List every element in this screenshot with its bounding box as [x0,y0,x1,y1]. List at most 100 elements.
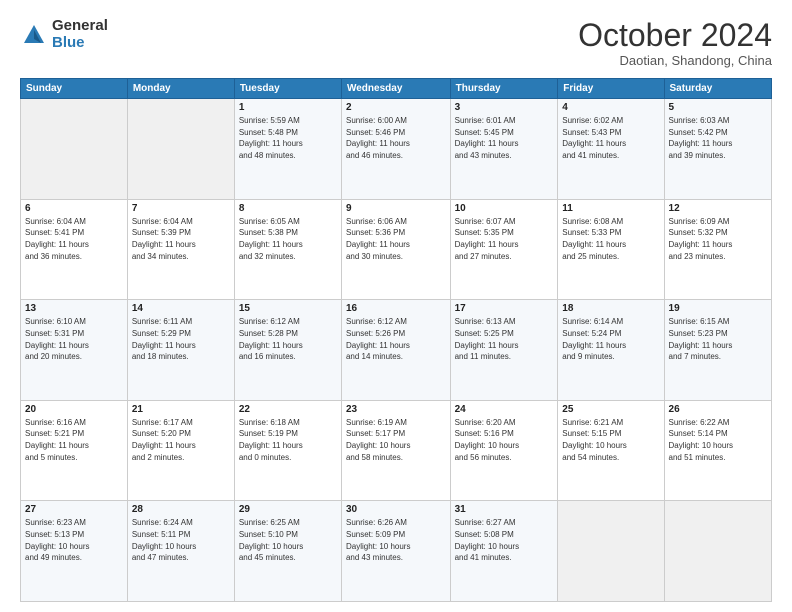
day-number: 15 [239,303,337,314]
cell-w2-d6: 11 Sunrise: 6:08 AM Sunset: 5:33 PM Dayli… [558,199,664,300]
day-info: Sunrise: 6:26 AM Sunset: 5:09 PM Dayligh… [346,517,446,563]
cell-w1-d3: 1 Sunrise: 5:59 AM Sunset: 5:48 PM Daylig… [234,99,341,200]
day-info: Sunrise: 6:24 AM Sunset: 5:11 PM Dayligh… [132,517,230,563]
cell-w1-d4: 2 Sunrise: 6:00 AM Sunset: 5:46 PM Daylig… [341,99,450,200]
page: General Blue October 2024 Daotian, Shand… [0,0,792,612]
col-tuesday: Tuesday [234,79,341,99]
day-number: 31 [455,504,554,515]
location: Daotian, Shandong, China [578,53,772,68]
day-number: 25 [562,404,659,415]
cell-w1-d6: 4 Sunrise: 6:02 AM Sunset: 5:43 PM Daylig… [558,99,664,200]
logo-icon [20,21,48,49]
day-number: 26 [669,404,767,415]
cell-w3-d6: 18Sunrise: 6:14 AM Sunset: 5:24 PM Dayli… [558,300,664,401]
day-number: 28 [132,504,230,515]
title-block: October 2024 Daotian, Shandong, China [578,18,772,68]
col-monday: Monday [127,79,234,99]
cell-w3-d7: 19 Sunrise: 6:15 AM Sunset: 5:23 PM Dayli… [664,300,771,401]
day-info: Sunrise: 6:11 AM Sunset: 5:29 PM Dayligh… [132,316,230,362]
day-info: Sunrise: 6:27 AM Sunset: 5:08 PM Dayligh… [455,517,554,563]
day-number: 4 [562,102,659,113]
day-info: Sunrise: 6:05 AM Sunset: 5:38 PM Dayligh… [239,216,337,262]
week-row-5: 27Sunrise: 6:23 AM Sunset: 5:13 PM Dayli… [21,501,772,602]
day-number: 20 [25,404,123,415]
cell-w3-d4: 16 Sunrise: 6:12 AM Sunset: 5:26 PM Dayli… [341,300,450,401]
day-info: Sunrise: 6:13 AM Sunset: 5:25 PM Dayligh… [455,316,554,362]
cell-w4-d7: 26Sunrise: 6:22 AM Sunset: 5:14 PM Dayli… [664,400,771,501]
day-number: 7 [132,203,230,214]
day-number: 21 [132,404,230,415]
cell-w5-d6 [558,501,664,602]
month-title: October 2024 [578,18,772,53]
day-info: Sunrise: 6:17 AM Sunset: 5:20 PM Dayligh… [132,417,230,463]
day-number: 19 [669,303,767,314]
week-row-4: 20 Sunrise: 6:16 AM Sunset: 5:21 PM Dayli… [21,400,772,501]
day-number: 22 [239,404,337,415]
day-number: 8 [239,203,337,214]
day-number: 10 [455,203,554,214]
cell-w1-d2 [127,99,234,200]
day-info: Sunrise: 6:12 AM Sunset: 5:26 PM Dayligh… [346,316,446,362]
day-number: 23 [346,404,446,415]
logo-general-text: General [52,18,108,35]
day-number: 24 [455,404,554,415]
day-info: Sunrise: 6:15 AM Sunset: 5:23 PM Dayligh… [669,316,767,362]
day-number: 14 [132,303,230,314]
cell-w2-d2: 7 Sunrise: 6:04 AM Sunset: 5:39 PM Daylig… [127,199,234,300]
day-info: Sunrise: 6:09 AM Sunset: 5:32 PM Dayligh… [669,216,767,262]
cell-w5-d5: 31 Sunrise: 6:27 AM Sunset: 5:08 PM Dayli… [450,501,558,602]
cell-w4-d2: 21 Sunrise: 6:17 AM Sunset: 5:20 PM Dayli… [127,400,234,501]
day-number: 17 [455,303,554,314]
day-number: 16 [346,303,446,314]
day-info: Sunrise: 6:21 AM Sunset: 5:15 PM Dayligh… [562,417,659,463]
header-row: Sunday Monday Tuesday Wednesday Thursday… [21,79,772,99]
cell-w2-d3: 8 Sunrise: 6:05 AM Sunset: 5:38 PM Daylig… [234,199,341,300]
cell-w5-d2: 28 Sunrise: 6:24 AM Sunset: 5:11 PM Dayli… [127,501,234,602]
day-info: Sunrise: 6:04 AM Sunset: 5:41 PM Dayligh… [25,216,123,262]
day-number: 5 [669,102,767,113]
week-row-1: 1 Sunrise: 5:59 AM Sunset: 5:48 PM Daylig… [21,99,772,200]
day-number: 29 [239,504,337,515]
logo: General Blue [20,18,108,51]
day-info: Sunrise: 6:03 AM Sunset: 5:42 PM Dayligh… [669,115,767,161]
day-info: Sunrise: 6:02 AM Sunset: 5:43 PM Dayligh… [562,115,659,161]
cell-w5-d4: 30 Sunrise: 6:26 AM Sunset: 5:09 PM Dayli… [341,501,450,602]
day-info: Sunrise: 5:59 AM Sunset: 5:48 PM Dayligh… [239,115,337,161]
day-number: 2 [346,102,446,113]
day-info: Sunrise: 6:08 AM Sunset: 5:33 PM Dayligh… [562,216,659,262]
day-info: Sunrise: 6:16 AM Sunset: 5:21 PM Dayligh… [25,417,123,463]
cell-w3-d3: 15Sunrise: 6:12 AM Sunset: 5:28 PM Dayli… [234,300,341,401]
cell-w5-d7 [664,501,771,602]
cell-w4-d3: 22Sunrise: 6:18 AM Sunset: 5:19 PM Dayli… [234,400,341,501]
day-number: 27 [25,504,123,515]
day-info: Sunrise: 6:20 AM Sunset: 5:16 PM Dayligh… [455,417,554,463]
col-wednesday: Wednesday [341,79,450,99]
cell-w2-d7: 12Sunrise: 6:09 AM Sunset: 5:32 PM Dayli… [664,199,771,300]
day-number: 18 [562,303,659,314]
cell-w4-d5: 24 Sunrise: 6:20 AM Sunset: 5:16 PM Dayli… [450,400,558,501]
day-info: Sunrise: 6:07 AM Sunset: 5:35 PM Dayligh… [455,216,554,262]
cell-w5-d1: 27Sunrise: 6:23 AM Sunset: 5:13 PM Dayli… [21,501,128,602]
day-number: 30 [346,504,446,515]
col-thursday: Thursday [450,79,558,99]
day-info: Sunrise: 6:10 AM Sunset: 5:31 PM Dayligh… [25,316,123,362]
header: General Blue October 2024 Daotian, Shand… [20,18,772,68]
day-number: 1 [239,102,337,113]
cell-w3-d2: 14 Sunrise: 6:11 AM Sunset: 5:29 PM Dayli… [127,300,234,401]
week-row-3: 13Sunrise: 6:10 AM Sunset: 5:31 PM Dayli… [21,300,772,401]
day-number: 11 [562,203,659,214]
cell-w4-d6: 25 Sunrise: 6:21 AM Sunset: 5:15 PM Dayli… [558,400,664,501]
cell-w4-d4: 23Sunrise: 6:19 AM Sunset: 5:17 PM Dayli… [341,400,450,501]
cell-w3-d1: 13Sunrise: 6:10 AM Sunset: 5:31 PM Dayli… [21,300,128,401]
col-sunday: Sunday [21,79,128,99]
logo-blue-text: Blue [52,35,108,52]
day-info: Sunrise: 6:00 AM Sunset: 5:46 PM Dayligh… [346,115,446,161]
day-info: Sunrise: 6:01 AM Sunset: 5:45 PM Dayligh… [455,115,554,161]
day-number: 6 [25,203,123,214]
calendar-body: 1 Sunrise: 5:59 AM Sunset: 5:48 PM Daylig… [21,99,772,602]
col-saturday: Saturday [664,79,771,99]
day-info: Sunrise: 6:04 AM Sunset: 5:39 PM Dayligh… [132,216,230,262]
calendar-header: Sunday Monday Tuesday Wednesday Thursday… [21,79,772,99]
cell-w2-d5: 10 Sunrise: 6:07 AM Sunset: 5:35 PM Dayli… [450,199,558,300]
cell-w5-d3: 29Sunrise: 6:25 AM Sunset: 5:10 PM Dayli… [234,501,341,602]
